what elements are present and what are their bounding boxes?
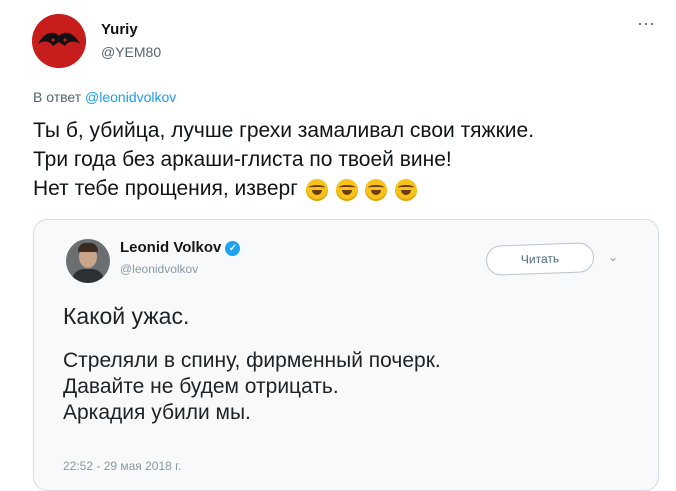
quoted-line: Аркадия убили мы.	[63, 401, 251, 424]
chevron-down-icon[interactable]: ⌄	[608, 250, 618, 264]
quoted-line: Стреляли в спину, фирменный почерк.	[63, 349, 441, 372]
rofl-emoji-icon	[395, 179, 418, 202]
quoted-timestamp[interactable]: 22:52 - 29 мая 2018 г.	[63, 459, 181, 473]
reply-to-link[interactable]: @leonidvolkov	[85, 89, 176, 105]
author-avatar[interactable]	[32, 14, 86, 68]
quoted-author-name-text: Leonid Volkov	[120, 239, 222, 256]
thundercats-logo-icon	[32, 14, 86, 68]
rofl-emoji-icon	[365, 179, 388, 202]
tweet-line: Три года без аркаши-глиста по твоей вине…	[33, 148, 452, 171]
quoted-tweet-text: Какой ужас. Стреляли в спину, фирменный …	[63, 302, 643, 426]
reply-prefix: В ответ	[33, 89, 82, 105]
quoted-line: Какой ужас.	[63, 303, 190, 329]
tweet-line-text: Нет тебе прощения, изверг	[33, 177, 298, 200]
emoji-row	[304, 175, 418, 204]
tweet-line: Ты б, убийца, лучше грехи замаливал свои…	[33, 119, 535, 142]
quoted-line: Давайте не будем отрицать.	[63, 375, 339, 398]
quoted-author-name[interactable]: Leonid Volkov ✓	[120, 239, 241, 256]
verified-badge-icon: ✓	[225, 241, 241, 256]
quoted-author-avatar[interactable]	[66, 239, 110, 283]
quoted-author-handle[interactable]: @leonidvolkov	[120, 262, 198, 276]
author-handle[interactable]: @YEM80	[101, 44, 161, 60]
tweet-line: Нет тебе прощения, изверг	[33, 174, 653, 204]
rofl-emoji-icon	[335, 179, 358, 202]
tweet-text: Ты б, убийца, лучше грехи замаливал свои…	[33, 116, 653, 204]
rofl-emoji-icon	[305, 179, 328, 202]
follow-button[interactable]: Читать	[485, 242, 595, 276]
quoted-tweet-card[interactable]: Leonid Volkov ✓ @leonidvolkov Читать ⌄ Ка…	[33, 219, 659, 491]
more-options-icon[interactable]: ···	[634, 14, 658, 38]
author-name[interactable]: Yuriy	[101, 21, 138, 38]
reply-context: В ответ @leonidvolkov	[33, 89, 176, 105]
